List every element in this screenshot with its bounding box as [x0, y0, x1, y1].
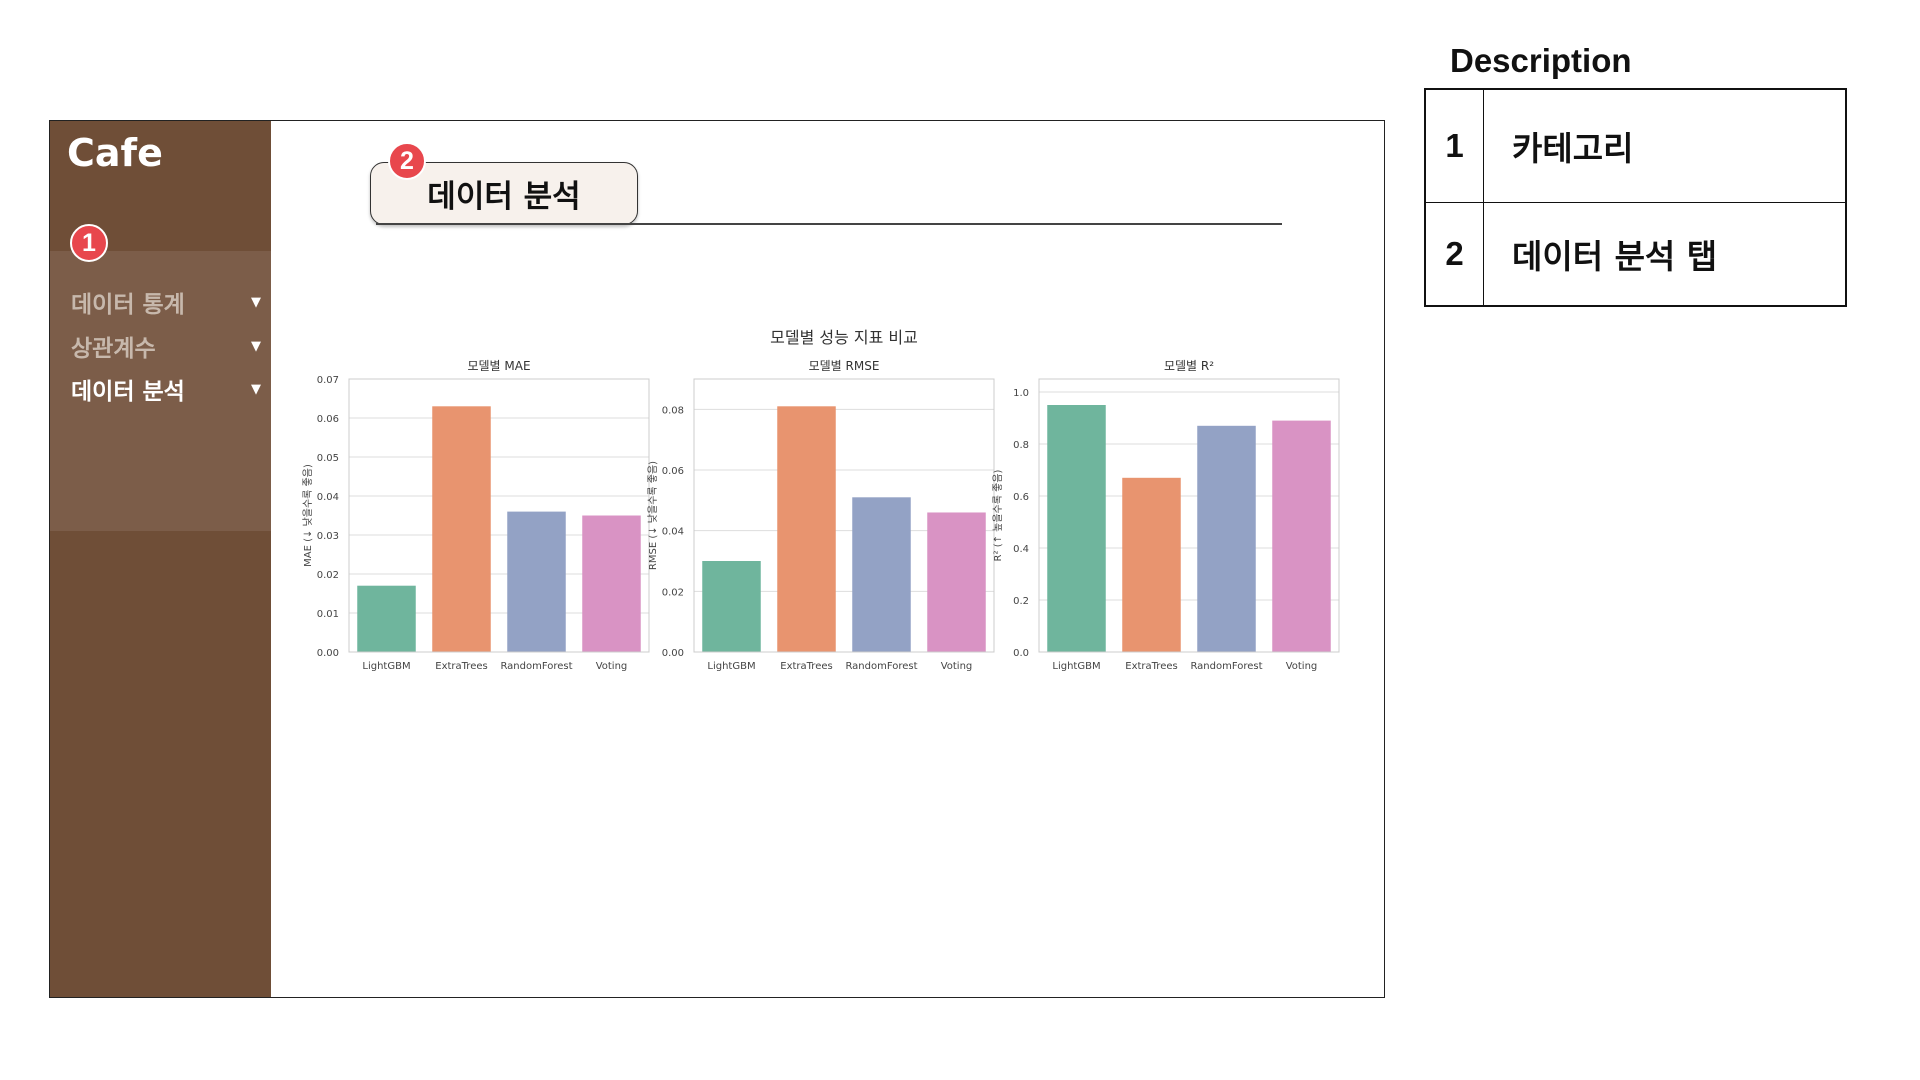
- x-tick-label: LightGBM: [362, 661, 410, 672]
- subplot-title: 모델별 MAE: [467, 359, 530, 373]
- x-tick-label: ExtraTrees: [1125, 661, 1177, 672]
- annotation-badge-1: 1: [70, 224, 108, 262]
- description-title: Description: [1450, 42, 1632, 79]
- y-tick-label: 0.05: [317, 453, 339, 464]
- y-axis-label: R² (↑ 높을수록 좋음): [992, 469, 1004, 561]
- y-tick-label: 0.0: [1013, 648, 1029, 659]
- y-tick-label: 0.02: [662, 587, 684, 598]
- description-table: 1 카테고리 2 데이터 분석 탭: [1424, 88, 1847, 307]
- row-number: 1: [1425, 89, 1484, 203]
- sidebar: Cafe 데이터 통계 ▼ 상관계수 ▼ 데이터 분석 ▼ 1: [50, 121, 290, 997]
- y-tick-label: 0.02: [317, 570, 339, 581]
- sidebar-item-correlation[interactable]: 상관계수 ▼: [71, 328, 261, 364]
- x-tick-label: Voting: [596, 661, 628, 672]
- subplot-title: 모델별 RMSE: [809, 359, 880, 373]
- sidebar-item-data-stats[interactable]: 데이터 통계 ▼: [71, 284, 261, 320]
- row-text: 카테고리: [1483, 89, 1846, 203]
- bar: [1197, 425, 1256, 652]
- sidebar-item-label: 데이터 통계: [71, 292, 185, 318]
- bar: [1272, 420, 1331, 652]
- x-tick-label: ExtraTrees: [435, 661, 487, 672]
- y-axis-label: MAE (↓ 낮을수록 좋음): [302, 464, 314, 567]
- bar: [1047, 405, 1106, 652]
- app-window: Cafe 데이터 통계 ▼ 상관계수 ▼ 데이터 분석 ▼ 1 데이터 분석 2…: [49, 120, 1385, 998]
- bar: [702, 561, 761, 652]
- y-tick-label: 0.4: [1013, 544, 1029, 555]
- y-tick-label: 0.03: [317, 531, 339, 542]
- bar: [432, 406, 491, 652]
- y-tick-label: 0.00: [662, 648, 684, 659]
- table-row: 2 데이터 분석 탭: [1425, 202, 1846, 306]
- sidebar-item-data-analysis[interactable]: 데이터 분석 ▼: [71, 371, 261, 407]
- row-text: 데이터 분석 탭: [1512, 237, 1718, 276]
- bar: [582, 515, 641, 652]
- y-tick-label: 0.00: [317, 648, 339, 659]
- bar: [357, 585, 416, 652]
- bar: [1122, 477, 1181, 652]
- x-tick-label: ExtraTrees: [780, 661, 832, 672]
- performance-chart: 모델별 성능 지표 비교모델별 MAE 0.00 0.01 0.02 0.03 0.04 0…: [302, 328, 1340, 672]
- x-tick-label: Voting: [941, 661, 973, 672]
- y-tick-label: 0.04: [317, 492, 339, 503]
- brand-logo: Cafe: [67, 131, 163, 175]
- chevron-down-icon: ▼: [251, 338, 261, 354]
- y-tick-label: 0.01: [317, 609, 339, 620]
- bar: [927, 512, 986, 652]
- sidebar-item-label: 데이터 분석: [71, 379, 185, 405]
- chart-title: 모델별 성능 지표 비교: [770, 328, 918, 347]
- bar: [852, 497, 911, 652]
- x-tick-label: LightGBM: [707, 661, 755, 672]
- chevron-down-icon: ▼: [251, 294, 261, 310]
- row-number: 2: [1425, 202, 1484, 306]
- subplot-title: 모델별 R²: [1164, 359, 1214, 373]
- y-tick-label: 0.06: [662, 466, 684, 477]
- chevron-down-icon: ▼: [251, 381, 261, 397]
- bar: [777, 406, 836, 652]
- y-tick-label: 0.2: [1013, 596, 1029, 607]
- y-tick-label: 0.08: [662, 405, 684, 416]
- y-axis-label: RMSE (↓ 낮을수록 좋음): [647, 461, 659, 570]
- x-tick-label: RandomForest: [845, 661, 917, 672]
- x-tick-label: LightGBM: [1052, 661, 1100, 672]
- y-tick-label: 0.8: [1013, 440, 1029, 451]
- x-tick-label: RandomForest: [500, 661, 572, 672]
- sidebar-item-label: 상관계수: [71, 336, 156, 362]
- y-tick-label: 0.06: [317, 414, 339, 425]
- y-tick-label: 0.07: [317, 375, 339, 386]
- x-tick-label: Voting: [1286, 661, 1318, 672]
- x-tick-label: RandomForest: [1190, 661, 1262, 672]
- bar: [507, 511, 566, 652]
- table-row: 1 카테고리: [1425, 89, 1846, 203]
- y-tick-label: 1.0: [1013, 388, 1029, 399]
- y-tick-label: 0.04: [662, 527, 684, 538]
- tab-divider: [376, 223, 1282, 225]
- y-tick-label: 0.6: [1013, 492, 1029, 503]
- annotation-badge-2: 2: [388, 142, 426, 180]
